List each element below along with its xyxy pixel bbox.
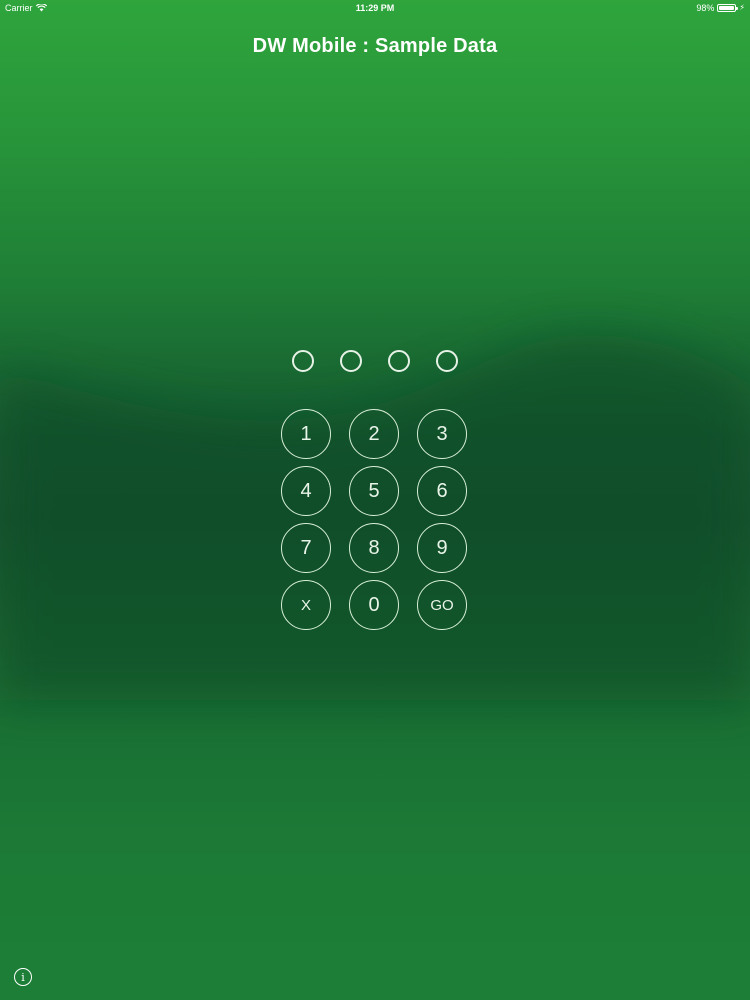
status-time: 11:29 PM xyxy=(355,3,395,13)
keypad-button-3[interactable]: 3 xyxy=(417,409,467,459)
app-title: DW Mobile : Sample Data xyxy=(252,35,498,57)
keypad-button-2[interactable]: 2 xyxy=(349,409,399,459)
keypad: 1 2 3 4 5 6 7 8 9 X 0 GO xyxy=(281,409,471,634)
pin-dot-3 xyxy=(388,350,410,372)
pin-indicator xyxy=(290,350,460,374)
battery-fill xyxy=(719,6,735,10)
keypad-button-go[interactable]: GO xyxy=(417,580,467,630)
charging-bolt-icon: ⚡︎ xyxy=(739,3,745,12)
keypad-button-4[interactable]: 4 xyxy=(281,466,331,516)
info-glyph: i xyxy=(21,970,25,984)
keypad-button-1[interactable]: 1 xyxy=(281,409,331,459)
keypad-button-clear[interactable]: X xyxy=(281,580,331,630)
keypad-button-8[interactable]: 8 xyxy=(349,523,399,573)
battery-icon xyxy=(717,4,739,12)
pin-dot-1 xyxy=(292,350,314,372)
status-bar: Carrier 11:29 PM 98% ⚡︎ xyxy=(0,0,750,16)
pin-dot-4 xyxy=(436,350,458,372)
pin-dot-2 xyxy=(340,350,362,372)
keypad-button-0[interactable]: 0 xyxy=(349,580,399,630)
keypad-button-6[interactable]: 6 xyxy=(417,466,467,516)
keypad-button-5[interactable]: 5 xyxy=(349,466,399,516)
keypad-button-9[interactable]: 9 xyxy=(417,523,467,573)
keypad-button-7[interactable]: 7 xyxy=(281,523,331,573)
status-right: 98% ⚡︎ xyxy=(696,3,745,13)
battery-nub xyxy=(736,7,739,10)
battery-percent: 98% xyxy=(696,3,715,13)
info-icon[interactable]: i xyxy=(14,968,32,986)
